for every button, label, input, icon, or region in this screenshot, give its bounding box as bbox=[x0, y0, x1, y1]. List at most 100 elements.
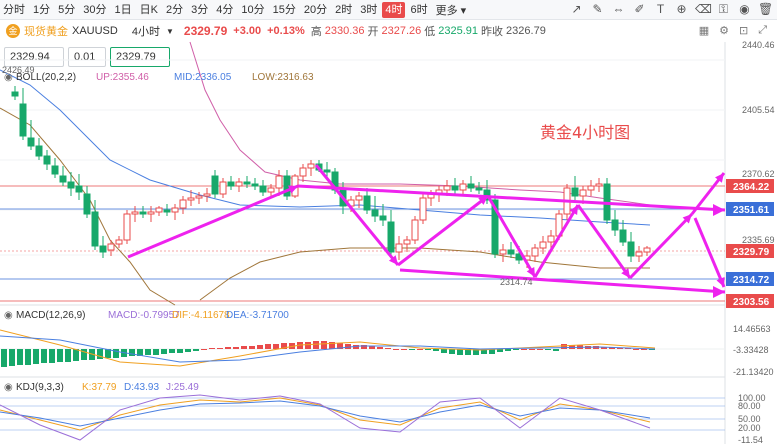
macd-legend: MACD(12,26,9) bbox=[16, 310, 85, 321]
macd-axis-label: -3.33428 bbox=[733, 345, 769, 355]
macd-bar bbox=[129, 349, 135, 356]
macd-bar bbox=[441, 349, 447, 353]
candle-body bbox=[235, 181, 243, 187]
candlestick-chart[interactable]: 黄金4小时图◉ BOLL(20,2,2) UP:2355.46 MID:2336.05… bbox=[0, 0, 777, 444]
candle-body bbox=[83, 193, 91, 215]
macd-bar bbox=[433, 349, 439, 351]
candle-body bbox=[443, 185, 451, 191]
wave-arrow bbox=[693, 217, 726, 288]
macd-bar bbox=[321, 341, 327, 349]
macd-bar bbox=[545, 349, 551, 350]
candle-body bbox=[595, 183, 603, 187]
macd-bar bbox=[233, 347, 239, 349]
candle-body bbox=[75, 185, 83, 193]
macd-axis-label: -21.13420 bbox=[733, 367, 774, 377]
candle-body bbox=[131, 211, 139, 215]
candle-body bbox=[211, 175, 219, 195]
candle-body bbox=[299, 167, 307, 177]
macd-bar bbox=[537, 349, 543, 350]
candle-body bbox=[371, 209, 379, 217]
candle-body bbox=[11, 91, 19, 97]
candle-body bbox=[395, 243, 403, 253]
candle-body bbox=[355, 195, 363, 201]
macd-bar bbox=[529, 349, 535, 350]
macd-bar bbox=[633, 349, 639, 350]
price-axis-label: 2335.69 bbox=[742, 235, 775, 245]
macd-bar bbox=[201, 349, 207, 350]
candle-body bbox=[619, 229, 627, 243]
macd-bar bbox=[57, 349, 63, 362]
candle-body bbox=[579, 189, 587, 197]
macd-bar bbox=[377, 347, 383, 349]
arrow-head-icon bbox=[713, 286, 725, 298]
candle-body bbox=[171, 207, 179, 213]
candle-body bbox=[379, 215, 387, 221]
candle-body bbox=[155, 207, 163, 213]
candle-body bbox=[187, 197, 195, 201]
low-mark: 2314.74 bbox=[500, 277, 533, 287]
macd-dif-value: DIF:-4.11678 bbox=[172, 310, 230, 321]
candle-body bbox=[403, 239, 411, 245]
arrow-head-icon bbox=[713, 204, 725, 216]
macd-bar bbox=[41, 349, 47, 363]
macd-bar bbox=[169, 349, 175, 353]
kdj-legend: KDJ(9,3,3) bbox=[16, 382, 64, 393]
kdj-d-value: D:43.93 bbox=[124, 382, 159, 393]
price-axis-label: 2405.54 bbox=[742, 105, 775, 115]
macd-bar bbox=[313, 341, 319, 349]
macd-bar bbox=[417, 349, 423, 350]
macd-bar bbox=[193, 349, 199, 351]
boll-mid-value: MID:2336.05 bbox=[174, 72, 232, 83]
macd-bar bbox=[393, 349, 399, 350]
high-mark: 2426.49 bbox=[2, 65, 35, 75]
candle-body bbox=[611, 219, 619, 231]
candle-body bbox=[107, 243, 115, 251]
candle-body bbox=[387, 221, 395, 253]
macd-bar bbox=[225, 347, 231, 349]
kdj-k-value: K:37.79 bbox=[82, 382, 117, 393]
candle-body bbox=[251, 183, 259, 187]
candle-body bbox=[467, 183, 475, 189]
macd-bar bbox=[177, 349, 183, 353]
boll-low-value: LOW:2316.63 bbox=[252, 72, 314, 83]
kdj-axis-label: 80.00 bbox=[738, 401, 761, 411]
candle-body bbox=[323, 169, 331, 173]
macd-bar bbox=[161, 349, 167, 354]
macd-dea-value: DEA:-3.71700 bbox=[226, 310, 289, 321]
candle-body bbox=[499, 249, 507, 255]
candle-body bbox=[267, 187, 275, 193]
candle-body bbox=[203, 193, 211, 197]
macd-bar bbox=[257, 345, 263, 349]
candle-body bbox=[547, 235, 555, 243]
candle-body bbox=[411, 219, 419, 241]
trend-arrow bbox=[127, 184, 299, 259]
macd-bar bbox=[505, 349, 511, 351]
macd-bar bbox=[73, 349, 79, 361]
channel-lower-line bbox=[399, 268, 726, 294]
candle-body bbox=[115, 239, 123, 245]
candle-body bbox=[635, 251, 643, 257]
eye-icon: ◉ bbox=[4, 310, 13, 321]
boll-low-line bbox=[199, 247, 650, 301]
price-tag-label: 2351.61 bbox=[733, 205, 770, 216]
macd-bar bbox=[425, 349, 431, 350]
candle-body bbox=[139, 211, 147, 215]
candle-body bbox=[587, 185, 595, 191]
macd-bar bbox=[209, 348, 215, 349]
kdj-axis-label: -11.54 bbox=[738, 435, 763, 444]
candle-body bbox=[507, 249, 515, 255]
kdj-d-line bbox=[0, 400, 651, 427]
price-tag-label: 2314.72 bbox=[733, 275, 770, 286]
price-axis-label: 2370.62 bbox=[742, 169, 775, 179]
macd-bar bbox=[305, 342, 311, 349]
candle-body bbox=[67, 181, 75, 189]
macd-bar bbox=[81, 349, 87, 360]
macd-bar bbox=[65, 349, 71, 362]
macd-bar bbox=[553, 349, 559, 351]
candle-body bbox=[571, 187, 579, 197]
macd-bar bbox=[273, 344, 279, 349]
candle-body bbox=[147, 211, 155, 215]
kdj-j-line bbox=[0, 394, 651, 441]
macd-bar bbox=[513, 349, 519, 350]
candle-body bbox=[531, 247, 539, 257]
